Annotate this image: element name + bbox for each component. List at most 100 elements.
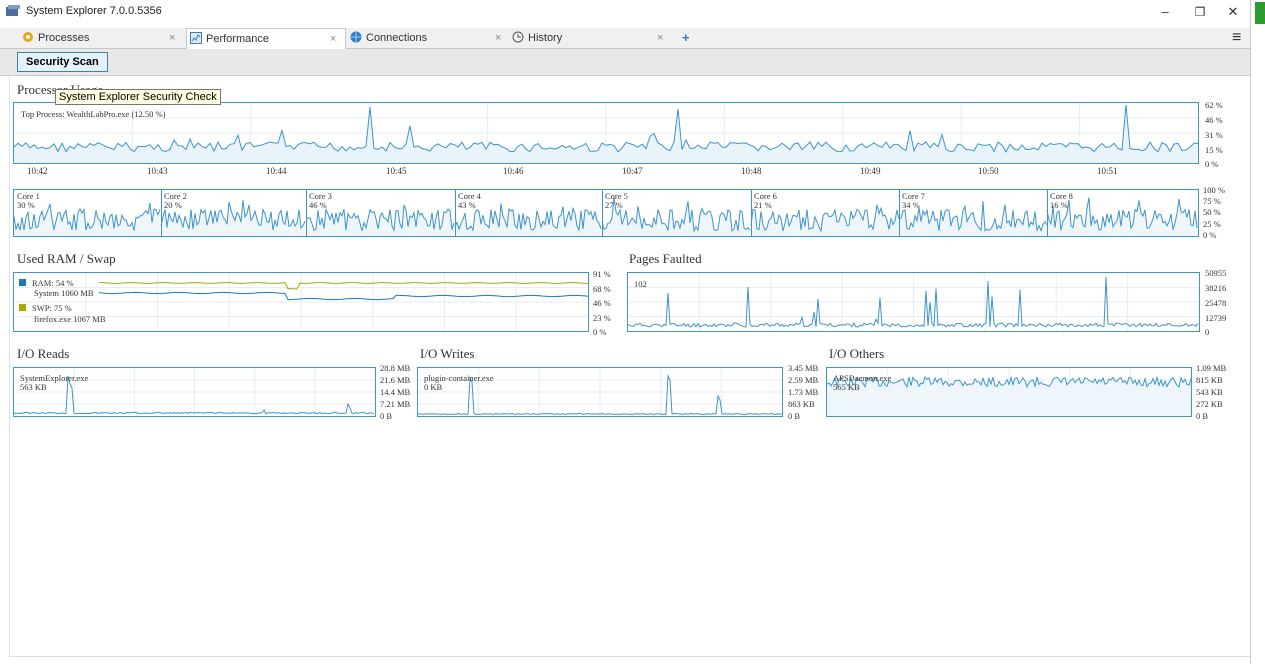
swap-process: firefox.exe 1067 MB [34,314,106,324]
performance-icon [190,32,202,44]
minimize-button[interactable]: – [1150,2,1180,22]
bottom-border [9,656,1250,657]
ior-axis-0: 28.8 MB [380,363,411,373]
tab-processes[interactable]: Processes × [22,28,182,48]
core-6-panel: Core 6 21 % [751,190,900,236]
tab-label: Processes [38,32,90,44]
io-writes-value: 0 KB [424,382,443,392]
tab-history[interactable]: History × [512,28,672,48]
core-7-panel: Core 7 34 % [899,190,1048,236]
tab-connections[interactable]: Connections × [350,28,510,48]
core-value: 43 % [458,200,476,210]
time-label: 10:45 [386,166,407,176]
cores-axis-2: 50 % [1203,207,1221,217]
cpu-axis-4: 0 % [1205,159,1219,169]
cpu-axis-2: 31 % [1205,130,1223,140]
core-value: 21 % [754,200,772,210]
ior-axis-4: 0 B [380,411,393,421]
iow-axis-4: 0 B [788,411,801,421]
tab-bar: Processes × Performance × Connections × … [0,28,1250,50]
add-tab-icon[interactable]: + [682,28,690,48]
cores-graph: Core 1 30 % Core 2 20 % Core 3 46 % Core 44… [13,189,1199,237]
time-label: 10:49 [860,166,881,176]
ram-axis-0: 91 % [593,269,611,279]
close-tab-icon[interactable]: × [169,28,175,48]
time-label: 10:47 [622,166,643,176]
app-icon [6,5,20,16]
security-scan-button[interactable]: Security Scan [17,52,108,72]
core-value: 30 % [17,200,35,210]
ram-swap-title: Used RAM / Swap [17,251,116,266]
ram-axis-1: 68 % [593,284,611,294]
ior-axis-2: 14.4 MB [380,387,411,397]
core-value: 16 % [1050,200,1068,210]
ram-legend-swatch [19,279,26,286]
iow-axis-0: 3.45 MB [788,363,819,373]
pf-axis-2: 25478 [1205,298,1227,308]
io-writes-graph: plugin-container.exe 0 KB [417,367,783,417]
io-reads-value: 563 KB [20,382,47,392]
cpu-axis-1: 46 % [1205,115,1223,125]
core-5-panel: Core 5 27 % [602,190,752,236]
core-value: 34 % [902,200,920,210]
iow-axis-1: 2.59 MB [788,375,819,385]
core-2-panel: Core 2 20 % [161,190,307,236]
right-edge-strip [1250,0,1265,664]
pages-faulted-title: Pages Faulted [629,251,702,266]
clock-icon [512,31,524,43]
io-reads-graph: SystemExplorer.exe 563 KB [13,367,376,417]
io-others-value: 565 KB [833,382,860,392]
time-label: 10:43 [147,166,168,176]
close-button[interactable]: ✕ [1218,2,1248,22]
time-label: 10:50 [978,166,999,176]
cpu-axis-0: 62 % [1205,100,1223,110]
cpu-axis-3: 15 % [1205,145,1223,155]
close-tab-icon[interactable]: × [330,29,336,49]
tab-performance[interactable]: Performance × [186,28,346,50]
ram-axis-4: 0 % [593,327,607,337]
ioo-axis-4: 0 B [1196,411,1209,421]
ram-line [98,291,588,301]
security-check-tooltip: System Explorer Security Check [55,89,221,105]
iow-axis-2: 1.73 MB [788,387,819,397]
io-others-graph: APSDaemon.exe 565 KB [826,367,1192,417]
core-value: 27 % [605,200,623,210]
ioo-axis-2: 543 KB [1196,387,1223,397]
menu-icon[interactable]: ≡ [1232,28,1241,48]
cores-axis-1: 75 % [1203,196,1221,206]
pf-axis-1: 38216 [1205,283,1227,293]
core-1-panel: Core 1 30 % [14,190,162,236]
cores-axis-0: 100 % [1203,185,1225,195]
time-label: 10:51 [1097,166,1118,176]
io-others-title: I/O Others [829,346,885,361]
time-label: 10:48 [741,166,762,176]
time-label: 10:42 [27,166,48,176]
processes-icon [23,32,33,42]
core-3-panel: Core 3 46 % [306,190,456,236]
close-tab-icon[interactable]: × [495,28,501,48]
restore-button[interactable]: ❐ [1185,2,1215,22]
io-writes-title: I/O Writes [420,346,475,361]
ram-axis-2: 46 % [593,298,611,308]
processor-graph: Top Process: WealthLabPro.exe (12.50 %) [13,102,1199,164]
tab-label: Performance [206,33,269,45]
core-value: 20 % [164,200,182,210]
ior-axis-3: 7.21 MB [380,399,411,409]
left-border [9,75,10,657]
pf-axis-4: 0 [1205,327,1210,337]
window-title: System Explorer 7.0.0.5356 [26,5,162,17]
ioo-axis-3: 272 KB [1196,399,1223,409]
swap-legend-swatch [19,304,26,311]
ram-label: RAM: 54 % [32,278,74,288]
core-8-panel: Core 8 16 % [1047,190,1198,236]
iow-axis-3: 863 KB [788,399,815,409]
title-bar: System Explorer 7.0.0.5356 – ❐ ✕ [0,0,1250,24]
close-tab-icon[interactable]: × [657,28,663,48]
toolbar: Security Scan [0,49,1250,76]
top-process-label: Top Process: WealthLabPro.exe (12.50 %) [21,109,166,119]
pages-faulted-current: 102 [634,279,647,289]
swap-line [99,282,588,290]
ioo-axis-1: 815 KB [1196,375,1223,385]
tab-label: History [528,32,563,44]
pf-axis-3: 12739 [1205,313,1227,323]
